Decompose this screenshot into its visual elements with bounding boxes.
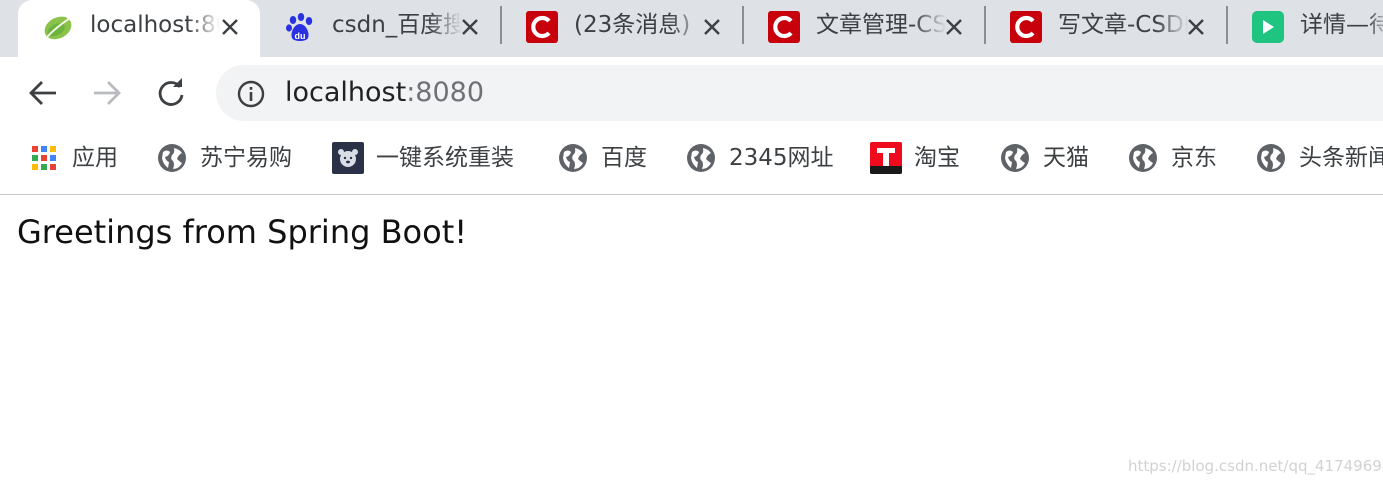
bookmark-label: 京东 [1171, 145, 1217, 171]
reload-icon[interactable] [150, 72, 192, 114]
globe-icon [685, 142, 717, 174]
tab-strip: localhost:8080 du csdn_百度搜索 [0, 0, 1383, 57]
bookmark-2345[interactable]: 2345网址 [685, 141, 834, 175]
tab-csdn-messages[interactable]: (23条消息) [502, 0, 744, 57]
bookmark-label: 百度 [601, 145, 647, 171]
globe-icon [1255, 142, 1287, 174]
close-tab-icon[interactable] [1180, 11, 1212, 43]
bookmark-label: 头条新闻 [1299, 145, 1383, 171]
forward-arrow-icon[interactable] [86, 72, 128, 114]
bookmark-label: 应用 [72, 145, 118, 171]
bookmark-suning[interactable]: 苏宁易购 [156, 141, 292, 175]
bookmark-system-reinstall[interactable]: 一键系统重装 [332, 141, 514, 175]
page-content: Greetings from Spring Boot! https://blog… [0, 195, 1383, 488]
spring-leaf-icon [42, 11, 74, 43]
csdn-icon [1010, 11, 1042, 43]
globe-icon [999, 142, 1031, 174]
bookmark-label: 苏宁易购 [200, 145, 292, 171]
csdn-icon [768, 11, 800, 43]
close-tab-icon[interactable] [454, 11, 486, 43]
bookmark-label: 一键系统重装 [376, 145, 514, 171]
greeting-text: Greetings from Spring Boot! [17, 213, 468, 251]
url-text: localhost:8080 [285, 73, 484, 113]
tmall-icon [870, 142, 902, 174]
globe-icon [156, 142, 188, 174]
bookmark-label: 2345网址 [729, 145, 834, 171]
tab-title: 文章管理-CSDN博客 [816, 12, 946, 38]
svg-text:du: du [295, 31, 306, 41]
close-tab-icon[interactable] [214, 11, 246, 43]
tab-localhost[interactable]: localhost:8080 [18, 0, 260, 57]
bookmarks-bar: 应用 苏宁易购 一键系统重装 百度 2345网址 淘宝 天猫 京东 头条新闻 [0, 129, 1383, 195]
apps-grid-icon [28, 142, 60, 174]
bookmark-toutiao[interactable]: 头条新闻 [1255, 141, 1383, 175]
bookmark-jd[interactable]: 京东 [1127, 141, 1217, 175]
bookmark-tmall[interactable]: 天猫 [999, 141, 1089, 175]
tab-article-management[interactable]: 文章管理-CSDN博客 [744, 0, 986, 57]
baidu-paw-icon: du [284, 11, 316, 43]
bookmark-apps[interactable]: 应用 [28, 141, 118, 175]
tab-title: localhost:8080 [90, 12, 220, 38]
tab-title: (23条消息) [574, 12, 691, 38]
bookmark-label: 天猫 [1043, 145, 1089, 171]
bookmark-baidu[interactable]: 百度 [557, 141, 647, 175]
close-tab-icon[interactable] [696, 11, 728, 43]
globe-icon [557, 142, 589, 174]
url-port: :8080 [406, 77, 485, 108]
url-host: localhost [285, 77, 407, 108]
green-play-icon [1252, 11, 1284, 43]
tab-title: 写文章-CSDN博客 [1058, 12, 1188, 38]
close-tab-icon[interactable] [938, 11, 970, 43]
globe-icon [1127, 142, 1159, 174]
bookmark-taobao[interactable]: 淘宝 [870, 141, 960, 175]
bear-icon [332, 142, 364, 174]
tab-baidu-search[interactable]: du csdn_百度搜索 [260, 0, 502, 57]
site-info-icon[interactable] [236, 79, 266, 109]
tab-title: csdn_百度搜索 [332, 12, 462, 38]
tab-details[interactable]: 详情—待 [1228, 0, 1383, 57]
watermark-text: https://blog.csdn.net/qq_41749698 [1128, 457, 1383, 475]
bookmark-label: 淘宝 [914, 145, 960, 171]
back-arrow-icon[interactable] [22, 72, 64, 114]
address-bar[interactable]: localhost:8080 [216, 65, 1383, 121]
tab-write-article[interactable]: 写文章-CSDN博客 [986, 0, 1228, 57]
tab-title: 详情—待 [1300, 12, 1383, 38]
csdn-icon [526, 11, 558, 43]
navigation-toolbar: localhost:8080 [0, 57, 1383, 129]
